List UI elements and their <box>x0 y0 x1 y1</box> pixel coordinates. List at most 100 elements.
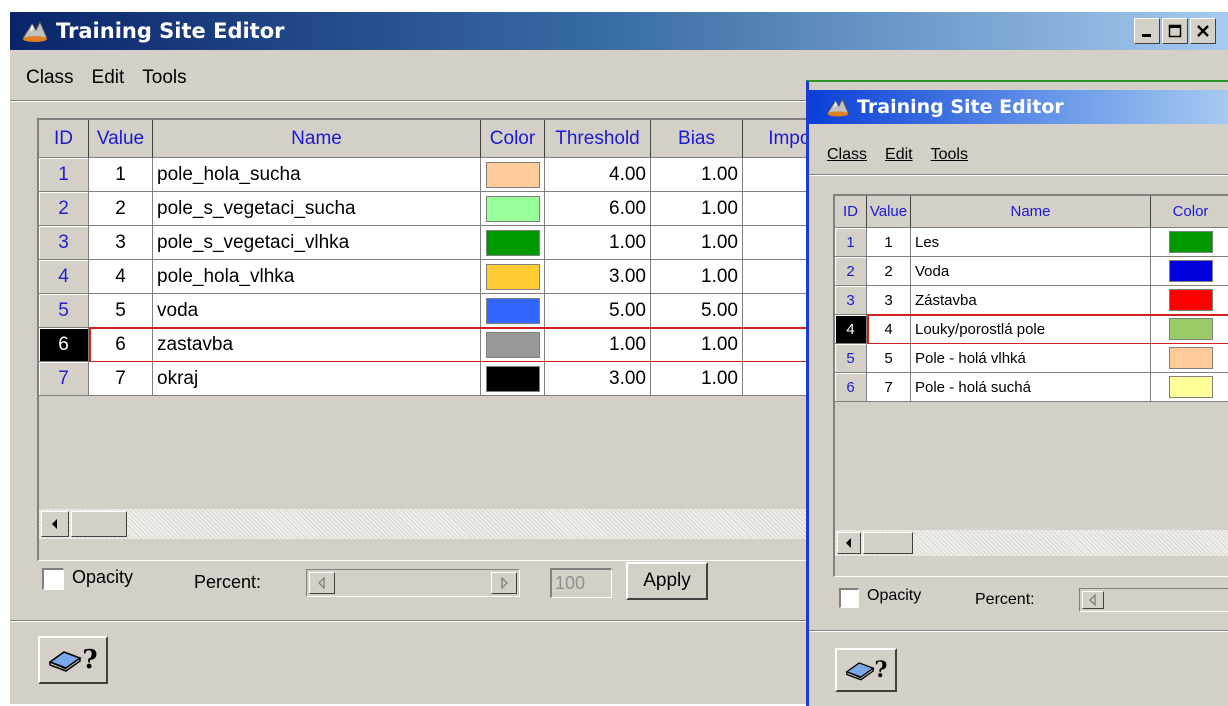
second-color-swatch[interactable] <box>1168 376 1213 398</box>
main-row-threshold[interactable]: 4.00 <box>545 158 651 192</box>
second-table-row[interactable]: 2 2 Voda <box>835 257 1228 286</box>
main-table-row[interactable]: 2 2 pole_s_vegetaci_sucha 6.00 1.00 <box>39 192 829 226</box>
main-row-name[interactable]: pole_hola_sucha <box>153 158 481 192</box>
second-row-name[interactable]: Zástavba <box>911 286 1151 315</box>
main-row-bias[interactable]: 1.00 <box>651 328 743 362</box>
main-color-swatch[interactable] <box>485 263 540 290</box>
second-row-id[interactable]: 5 <box>835 344 867 373</box>
main-row-bias[interactable]: 1.00 <box>651 158 743 192</box>
main-titlebar[interactable]: Training Site Editor <box>10 12 1228 50</box>
second-row-id[interactable]: 4 <box>835 315 867 344</box>
second-horizontal-scrollbar[interactable] <box>835 530 1228 556</box>
main-row-id[interactable]: 6 <box>39 328 89 362</box>
second-row-name[interactable]: Pole - holá suchá <box>911 373 1151 402</box>
main-row-id[interactable]: 1 <box>39 158 89 192</box>
main-slider-right-button[interactable] <box>491 572 517 594</box>
second-row-name[interactable]: Louky/porostlá pole <box>911 315 1151 344</box>
main-row-bias[interactable]: 1.00 <box>651 362 743 396</box>
second-row-id[interactable]: 6 <box>835 373 867 402</box>
main-row-name[interactable]: pole_s_vegetaci_sucha <box>153 192 481 226</box>
main-row-bias[interactable]: 1.00 <box>651 226 743 260</box>
main-scroll-left-button[interactable] <box>41 511 69 537</box>
main-row-name[interactable]: pole_hola_vlhka <box>153 260 481 294</box>
main-apply-button[interactable]: Apply <box>626 562 708 600</box>
second-row-color[interactable] <box>1151 373 1228 402</box>
main-row-bias[interactable]: 5.00 <box>651 294 743 328</box>
second-col-header[interactable]: Value <box>867 196 911 228</box>
second-menu-edit[interactable]: Edit <box>885 146 913 164</box>
main-table-row[interactable]: 6 6 zastavba 1.00 1.00 <box>39 328 829 362</box>
main-table-row[interactable]: 7 7 okraj 3.00 1.00 <box>39 362 829 396</box>
second-scroll-left-button[interactable] <box>837 532 861 554</box>
second-table-row[interactable]: 4 4 Louky/porostlá pole <box>835 315 1228 344</box>
second-row-id[interactable]: 2 <box>835 257 867 286</box>
main-row-name[interactable]: zastavba <box>153 328 481 362</box>
main-percent-field[interactable]: 100 <box>550 568 612 598</box>
main-col-header[interactable]: Name <box>153 120 481 158</box>
second-row-color[interactable] <box>1151 344 1228 373</box>
main-opacity-checkbox[interactable] <box>42 568 64 590</box>
second-table-row[interactable]: 5 5 Pole - holá vlhká <box>835 344 1228 373</box>
second-table-row[interactable]: 3 3 Zástavba <box>835 286 1228 315</box>
second-help-button[interactable]: ? <box>835 648 897 692</box>
second-row-color[interactable] <box>1151 286 1228 315</box>
main-row-name[interactable]: voda <box>153 294 481 328</box>
main-row-id[interactable]: 2 <box>39 192 89 226</box>
menu-tools[interactable]: Tools <box>142 67 186 89</box>
main-color-swatch[interactable] <box>485 229 540 256</box>
main-row-id[interactable]: 5 <box>39 294 89 328</box>
main-col-header[interactable]: Bias <box>651 120 743 158</box>
main-col-header[interactable]: ID <box>39 120 89 158</box>
second-color-swatch[interactable] <box>1168 231 1213 253</box>
main-horizontal-scrollbar[interactable] <box>39 509 829 539</box>
second-row-name[interactable]: Les <box>911 228 1151 257</box>
second-color-swatch[interactable] <box>1168 289 1213 311</box>
minimize-button[interactable] <box>1134 18 1160 44</box>
main-row-color[interactable] <box>481 158 545 192</box>
second-scroll-thumb[interactable] <box>863 532 913 554</box>
main-row-color[interactable] <box>481 226 545 260</box>
main-table-row[interactable]: 4 4 pole_hola_vlhka 3.00 1.00 <box>39 260 829 294</box>
main-table-row[interactable]: 3 3 pole_s_vegetaci_vlhka 1.00 1.00 <box>39 226 829 260</box>
main-row-name[interactable]: pole_s_vegetaci_vlhka <box>153 226 481 260</box>
main-color-swatch[interactable] <box>485 161 540 188</box>
main-row-threshold[interactable]: 5.00 <box>545 294 651 328</box>
second-color-swatch[interactable] <box>1168 260 1213 282</box>
second-percent-slider[interactable] <box>1079 588 1228 612</box>
second-table-row[interactable]: 1 1 Les <box>835 228 1228 257</box>
second-slider-left-button[interactable] <box>1082 591 1104 609</box>
main-color-swatch[interactable] <box>485 297 540 324</box>
main-color-swatch[interactable] <box>485 331 540 358</box>
menu-class[interactable]: Class <box>26 67 74 89</box>
main-percent-slider[interactable] <box>306 569 520 597</box>
close-button[interactable] <box>1190 18 1216 44</box>
second-row-color[interactable] <box>1151 315 1228 344</box>
main-color-swatch[interactable] <box>485 365 540 392</box>
maximize-button[interactable] <box>1162 18 1188 44</box>
second-menu-class[interactable]: Class <box>827 146 867 164</box>
second-row-id[interactable]: 3 <box>835 286 867 315</box>
main-help-button[interactable]: ? <box>38 636 108 684</box>
main-row-threshold[interactable]: 6.00 <box>545 192 651 226</box>
menu-edit[interactable]: Edit <box>92 67 125 89</box>
second-col-header[interactable]: ID <box>835 196 867 228</box>
main-slider-left-button[interactable] <box>309 572 335 594</box>
main-col-header[interactable]: Value <box>89 120 153 158</box>
main-row-color[interactable] <box>481 362 545 396</box>
main-row-id[interactable]: 3 <box>39 226 89 260</box>
main-row-threshold[interactable]: 1.00 <box>545 226 651 260</box>
main-row-threshold[interactable]: 1.00 <box>545 328 651 362</box>
main-row-color[interactable] <box>481 192 545 226</box>
second-row-name[interactable]: Voda <box>911 257 1151 286</box>
second-color-swatch[interactable] <box>1168 318 1213 340</box>
main-row-bias[interactable]: 1.00 <box>651 260 743 294</box>
second-titlebar[interactable]: Training Site Editor <box>809 90 1228 124</box>
main-row-threshold[interactable]: 3.00 <box>545 362 651 396</box>
main-table-row[interactable]: 5 5 voda 5.00 5.00 <box>39 294 829 328</box>
main-scroll-thumb[interactable] <box>71 511 127 537</box>
second-row-name[interactable]: Pole - holá vlhká <box>911 344 1151 373</box>
main-row-color[interactable] <box>481 328 545 362</box>
second-row-color[interactable] <box>1151 228 1228 257</box>
main-row-color[interactable] <box>481 294 545 328</box>
main-col-header[interactable]: Color <box>481 120 545 158</box>
